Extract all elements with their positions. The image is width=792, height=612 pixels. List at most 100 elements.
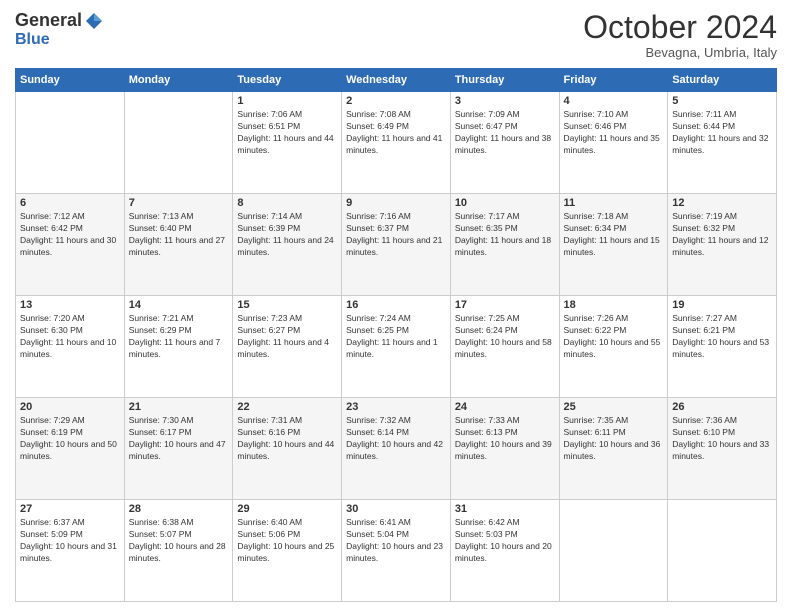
day-number: 2: [346, 95, 446, 107]
calendar-cell: 5 Sunrise: 7:11 AM Sunset: 6:44 PM Daylig…: [668, 92, 777, 194]
day-info: Sunrise: 7:36 AM Sunset: 6:10 PM Dayligh…: [672, 415, 772, 463]
logo-blue: Blue: [15, 31, 50, 48]
day-number: 31: [455, 503, 555, 515]
day-info: Sunrise: 7:35 AM Sunset: 6:11 PM Dayligh…: [564, 415, 664, 463]
calendar-cell: 31 Sunrise: 6:42 AM Sunset: 5:03 PM Dayli…: [450, 500, 559, 602]
day-info: Sunrise: 6:38 AM Sunset: 5:07 PM Dayligh…: [129, 517, 229, 565]
day-info: Sunrise: 7:30 AM Sunset: 6:17 PM Dayligh…: [129, 415, 229, 463]
calendar-cell: 8 Sunrise: 7:14 AM Sunset: 6:39 PM Daylig…: [233, 194, 342, 296]
calendar-cell: [668, 500, 777, 602]
day-number: 28: [129, 503, 229, 515]
day-number: 13: [20, 299, 120, 311]
calendar-cell: [16, 92, 125, 194]
day-info: Sunrise: 6:41 AM Sunset: 5:04 PM Dayligh…: [346, 517, 446, 565]
day-number: 5: [672, 95, 772, 107]
day-info: Sunrise: 6:37 AM Sunset: 5:09 PM Dayligh…: [20, 517, 120, 565]
day-info: Sunrise: 7:27 AM Sunset: 6:21 PM Dayligh…: [672, 313, 772, 361]
day-info: Sunrise: 7:06 AM Sunset: 6:51 PM Dayligh…: [237, 109, 337, 157]
header-monday: Monday: [124, 69, 233, 92]
calendar-cell: 17 Sunrise: 7:25 AM Sunset: 6:24 PM Dayli…: [450, 296, 559, 398]
calendar-cell: 13 Sunrise: 7:20 AM Sunset: 6:30 PM Dayli…: [16, 296, 125, 398]
day-info: Sunrise: 7:21 AM Sunset: 6:29 PM Dayligh…: [129, 313, 229, 361]
header-tuesday: Tuesday: [233, 69, 342, 92]
title-block: October 2024 Bevagna, Umbria, Italy: [583, 10, 777, 60]
header-sunday: Sunday: [16, 69, 125, 92]
calendar-cell: 6Sunrise: 7:12 AM Sunset: 6:42 PM Daylig…: [16, 194, 125, 296]
calendar-cell: 7 Sunrise: 7:13 AM Sunset: 6:40 PM Daylig…: [124, 194, 233, 296]
calendar-cell: 11 Sunrise: 7:18 AM Sunset: 6:34 PM Dayli…: [559, 194, 668, 296]
header-saturday: Saturday: [668, 69, 777, 92]
calendar-cell: 3 Sunrise: 7:09 AM Sunset: 6:47 PM Daylig…: [450, 92, 559, 194]
day-number: 19: [672, 299, 772, 311]
logo-general: General: [15, 10, 82, 31]
calendar-cell: 27 Sunrise: 6:37 AM Sunset: 5:09 PM Dayli…: [16, 500, 125, 602]
month-title: October 2024: [583, 10, 777, 45]
day-info: Sunrise: 6:40 AM Sunset: 5:06 PM Dayligh…: [237, 517, 337, 565]
calendar-cell: [559, 500, 668, 602]
calendar-cell: 16 Sunrise: 7:24 AM Sunset: 6:25 PM Dayli…: [342, 296, 451, 398]
calendar-cell: 15 Sunrise: 7:23 AM Sunset: 6:27 PM Dayli…: [233, 296, 342, 398]
day-info: Sunrise: 7:17 AM Sunset: 6:35 PM Dayligh…: [455, 211, 555, 259]
day-info: Sunrise: 7:08 AM Sunset: 6:49 PM Dayligh…: [346, 109, 446, 157]
day-info: Sunrise: 7:10 AM Sunset: 6:46 PM Dayligh…: [564, 109, 664, 157]
day-number: 20: [20, 401, 120, 413]
day-info: Sunrise: 7:24 AM Sunset: 6:25 PM Dayligh…: [346, 313, 446, 361]
calendar-cell: 22 Sunrise: 7:31 AM Sunset: 6:16 PM Dayli…: [233, 398, 342, 500]
calendar-page: General Blue October 2024 Bevagna, Umbri…: [0, 0, 792, 612]
day-number: 27: [20, 503, 120, 515]
day-number: 3: [455, 95, 555, 107]
day-number: 23: [346, 401, 446, 413]
day-info: Sunrise: 7:25 AM Sunset: 6:24 PM Dayligh…: [455, 313, 555, 361]
day-info: Sunrise: 7:09 AM Sunset: 6:47 PM Dayligh…: [455, 109, 555, 157]
day-info: Sunrise: 7:11 AM Sunset: 6:44 PM Dayligh…: [672, 109, 772, 157]
day-info: Sunrise: 7:23 AM Sunset: 6:27 PM Dayligh…: [237, 313, 337, 361]
day-number: 11: [564, 197, 664, 209]
day-number: 18: [564, 299, 664, 311]
day-info: Sunrise: 7:31 AM Sunset: 6:16 PM Dayligh…: [237, 415, 337, 463]
header-thursday: Thursday: [450, 69, 559, 92]
calendar-cell: 1Sunrise: 7:06 AM Sunset: 6:51 PM Daylig…: [233, 92, 342, 194]
day-number: 24: [455, 401, 555, 413]
calendar-cell: 4 Sunrise: 7:10 AM Sunset: 6:46 PM Daylig…: [559, 92, 668, 194]
calendar-cell: 2 Sunrise: 7:08 AM Sunset: 6:49 PM Daylig…: [342, 92, 451, 194]
day-info: Sunrise: 7:26 AM Sunset: 6:22 PM Dayligh…: [564, 313, 664, 361]
day-number: 17: [455, 299, 555, 311]
calendar-cell: 25Sunrise: 7:35 AM Sunset: 6:11 PM Dayli…: [559, 398, 668, 500]
calendar-cell: 28 Sunrise: 6:38 AM Sunset: 5:07 PM Dayli…: [124, 500, 233, 602]
calendar-cell: 10 Sunrise: 7:17 AM Sunset: 6:35 PM Dayli…: [450, 194, 559, 296]
logo: General Blue: [15, 10, 104, 49]
day-number: 7: [129, 197, 229, 209]
day-number: 21: [129, 401, 229, 413]
day-info: Sunrise: 7:16 AM Sunset: 6:37 PM Dayligh…: [346, 211, 446, 259]
logo-icon: [84, 11, 104, 31]
week-row-5: 27 Sunrise: 6:37 AM Sunset: 5:09 PM Dayli…: [16, 500, 777, 602]
day-info: Sunrise: 7:18 AM Sunset: 6:34 PM Dayligh…: [564, 211, 664, 259]
weekday-header-row: Sunday Monday Tuesday Wednesday Thursday…: [16, 69, 777, 92]
calendar-cell: 18 Sunrise: 7:26 AM Sunset: 6:22 PM Dayli…: [559, 296, 668, 398]
day-number: 12: [672, 197, 772, 209]
calendar-cell: 9Sunrise: 7:16 AM Sunset: 6:37 PM Daylig…: [342, 194, 451, 296]
day-number: 30: [346, 503, 446, 515]
calendar-cell: 23Sunrise: 7:32 AM Sunset: 6:14 PM Dayli…: [342, 398, 451, 500]
calendar-cell: 19 Sunrise: 7:27 AM Sunset: 6:21 PM Dayli…: [668, 296, 777, 398]
day-info: Sunrise: 7:14 AM Sunset: 6:39 PM Dayligh…: [237, 211, 337, 259]
day-number: 4: [564, 95, 664, 107]
day-info: Sunrise: 7:29 AM Sunset: 6:19 PM Dayligh…: [20, 415, 120, 463]
week-row-3: 13 Sunrise: 7:20 AM Sunset: 6:30 PM Dayli…: [16, 296, 777, 398]
day-info: Sunrise: 7:19 AM Sunset: 6:32 PM Dayligh…: [672, 211, 772, 259]
day-number: 14: [129, 299, 229, 311]
day-number: 26: [672, 401, 772, 413]
day-number: 16: [346, 299, 446, 311]
calendar-table: Sunday Monday Tuesday Wednesday Thursday…: [15, 68, 777, 602]
day-number: 8: [237, 197, 337, 209]
header-friday: Friday: [559, 69, 668, 92]
week-row-1: 1Sunrise: 7:06 AM Sunset: 6:51 PM Daylig…: [16, 92, 777, 194]
day-number: 15: [237, 299, 337, 311]
day-info: Sunrise: 7:12 AM Sunset: 6:42 PM Dayligh…: [20, 211, 120, 259]
day-info: Sunrise: 6:42 AM Sunset: 5:03 PM Dayligh…: [455, 517, 555, 565]
day-info: Sunrise: 7:13 AM Sunset: 6:40 PM Dayligh…: [129, 211, 229, 259]
calendar-cell: 14 Sunrise: 7:21 AM Sunset: 6:29 PM Dayli…: [124, 296, 233, 398]
day-info: Sunrise: 7:20 AM Sunset: 6:30 PM Dayligh…: [20, 313, 120, 361]
day-number: 10: [455, 197, 555, 209]
day-number: 22: [237, 401, 337, 413]
